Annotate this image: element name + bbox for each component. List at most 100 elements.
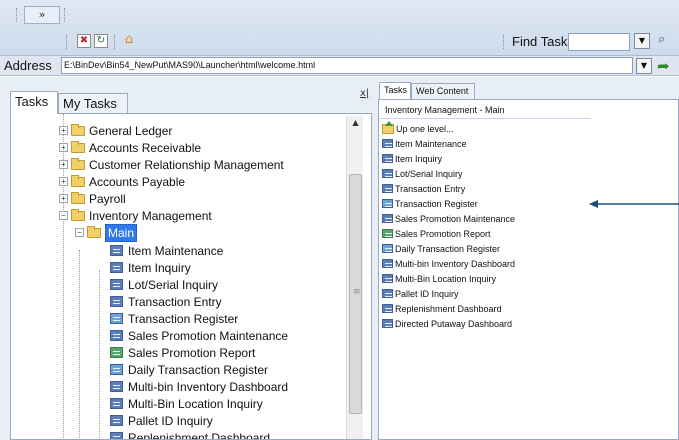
task-icon [110, 330, 123, 341]
collapse-icon[interactable]: − [59, 211, 68, 220]
tree-item-general-ledger[interactable]: + General Ledger [59, 122, 172, 139]
toolbar-overflow-button[interactable]: » [24, 6, 60, 24]
find-task-input[interactable] [568, 33, 630, 51]
list-item-label: Multi-bin Inventory Dashboard [395, 258, 516, 269]
tree-item-label: Inventory Management [89, 208, 212, 223]
task-icon [382, 184, 393, 193]
toolbar-row: ✖ ↻ ⌂ Find Task ▼ ⌕ [0, 30, 679, 54]
list-item[interactable]: Sales Promotion Report [382, 226, 491, 241]
tree-item-label: Transaction Register [128, 311, 239, 326]
close-panel-icon[interactable]: x| [360, 88, 369, 99]
tab-tasks[interactable]: Tasks [10, 91, 58, 114]
list-item[interactable]: Lot/Serial Inquiry [382, 166, 463, 181]
list-item[interactable]: Pallet ID Inquiry [382, 286, 459, 301]
tree-task-item-inquiry[interactable]: Item Inquiry [110, 259, 191, 276]
tree-item-label: Pallet ID Inquiry [128, 413, 213, 428]
toolbar-separator [114, 35, 116, 49]
address-input[interactable]: E:\BinDev\Bin54_NewPut\MAS90\Launcher\ht… [61, 57, 633, 74]
tree-task-sales-promotion-report[interactable]: Sales Promotion Report [110, 344, 255, 361]
task-icon [382, 319, 393, 328]
task-icon [382, 214, 393, 223]
scroll-up-icon[interactable]: ▲ [347, 118, 364, 132]
expand-icon[interactable]: + [59, 143, 68, 152]
tree-task-lot-serial-inquiry[interactable]: Lot/Serial Inquiry [110, 276, 218, 293]
find-search-icon[interactable]: ⌕ [658, 33, 674, 49]
tree-item-accounts-receivable[interactable]: + Accounts Receivable [59, 139, 201, 156]
tree-item-payroll[interactable]: + Payroll [59, 190, 126, 207]
task-icon [110, 296, 123, 307]
tree-task-transaction-entry[interactable]: Transaction Entry [110, 293, 222, 310]
list-item-label: Replenishment Dashboard [395, 303, 502, 314]
tree-task-multi-bin-inventory-dashboard[interactable]: Multi-bin Inventory Dashboard [110, 378, 288, 395]
list-item-label: Transaction Entry [395, 183, 466, 194]
tree-task-daily-transaction-register[interactable]: Daily Transaction Register [110, 361, 268, 378]
task-tree: + General Ledger + Accounts Receivable + Cu… [10, 113, 372, 440]
annotation-arrow-icon [589, 200, 679, 208]
list-item[interactable]: Daily Transaction Register [382, 241, 500, 256]
scrollbar-thumb[interactable]: ≡ [349, 174, 362, 414]
task-icon [110, 432, 123, 439]
task-icon [110, 245, 123, 256]
close-window-icon[interactable]: ✖ [77, 34, 91, 48]
folder-icon [71, 174, 85, 187]
list-item[interactable]: Directed Putaway Dashboard [382, 316, 512, 331]
list-item-label: Item Inquiry [395, 153, 443, 164]
list-item[interactable]: Item Inquiry [382, 151, 442, 166]
tree-item-label: Payroll [89, 191, 126, 206]
home-icon[interactable]: ⌂ [122, 33, 136, 48]
toolbar-grip [64, 8, 66, 22]
task-icon [110, 415, 123, 426]
collapse-icon[interactable]: − [75, 228, 84, 237]
list-item-label: Lot/Serial Inquiry [395, 168, 463, 179]
address-dropdown-icon[interactable]: ▼ [636, 58, 652, 74]
task-list-header: Inventory Management - Main [379, 104, 591, 119]
tab-web-content[interactable]: Web Content [411, 83, 475, 99]
tab-tasks-content[interactable]: Tasks [379, 82, 411, 99]
list-item[interactable]: Transaction Entry [382, 181, 465, 196]
task-icon [382, 259, 393, 268]
folder-open-icon [87, 225, 101, 238]
tree-item-label: Sales Promotion Maintenance [128, 328, 289, 343]
report-icon [382, 244, 393, 253]
list-item-label: Transaction Register [395, 198, 478, 209]
toolbar-grip[interactable] [66, 35, 68, 49]
list-item[interactable]: Multi-bin Inventory Dashboard [382, 256, 515, 271]
toolbar: » ✖ ↻ ⌂ Find Task ▼ ⌕ [0, 0, 679, 56]
tree-item-label: Accounts Receivable [89, 140, 202, 155]
tree-task-replenishment-dashboard[interactable]: Replenishment Dashboard [110, 429, 270, 439]
tree-item-label: General Ledger [89, 123, 173, 138]
list-item[interactable]: Replenishment Dashboard [382, 301, 502, 316]
tree-task-item-maintenance[interactable]: Item Maintenance [110, 242, 223, 259]
list-item[interactable]: Multi-Bin Location Inquiry [382, 271, 496, 286]
list-item-label: Sales Promotion Report [395, 228, 491, 239]
tree-task-multi-bin-location-inquiry[interactable]: Multi-Bin Location Inquiry [110, 395, 263, 412]
list-item[interactable]: Sales Promotion Maintenance [382, 211, 515, 226]
find-task-dropdown-icon[interactable]: ▼ [634, 33, 650, 49]
expand-icon[interactable]: + [59, 177, 68, 186]
expand-icon[interactable]: + [59, 194, 68, 203]
list-item-up-one-level[interactable]: Up one level... [382, 120, 454, 136]
expand-icon[interactable]: + [59, 160, 68, 169]
tree-scrollbar[interactable]: ▲ ≡ [346, 116, 364, 439]
refresh-icon[interactable]: ↻ [94, 34, 108, 48]
tree-connector [99, 270, 100, 439]
list-item-label: Sales Promotion Maintenance [395, 213, 516, 224]
report-icon [110, 364, 123, 375]
tree-item-label: Lot/Serial Inquiry [128, 277, 219, 292]
tab-my-tasks[interactable]: My Tasks [58, 93, 128, 113]
toolbar-grip[interactable] [16, 8, 18, 22]
list-item[interactable]: Item Maintenance [382, 136, 467, 151]
go-arrow-icon[interactable]: ➦ [657, 57, 670, 75]
tree-task-pallet-id-inquiry[interactable]: Pallet ID Inquiry [110, 412, 213, 429]
task-icon [382, 289, 393, 298]
expand-icon[interactable]: + [59, 126, 68, 135]
list-item-label: Directed Putaway Dashboard [395, 318, 513, 329]
tree-task-sales-promotion-maintenance[interactable]: Sales Promotion Maintenance [110, 327, 288, 344]
tree-item-main[interactable]: − Main [75, 223, 138, 242]
tree-item-accounts-payable[interactable]: + Accounts Payable [59, 173, 185, 190]
tree-task-transaction-register[interactable]: Transaction Register [110, 310, 238, 327]
promotion-report-icon [382, 229, 393, 238]
tree-item-crm[interactable]: + Customer Relationship Management [59, 156, 284, 173]
tree-item-inventory-management[interactable]: − Inventory Management [59, 207, 212, 224]
list-item[interactable]: Transaction Register [382, 196, 478, 211]
